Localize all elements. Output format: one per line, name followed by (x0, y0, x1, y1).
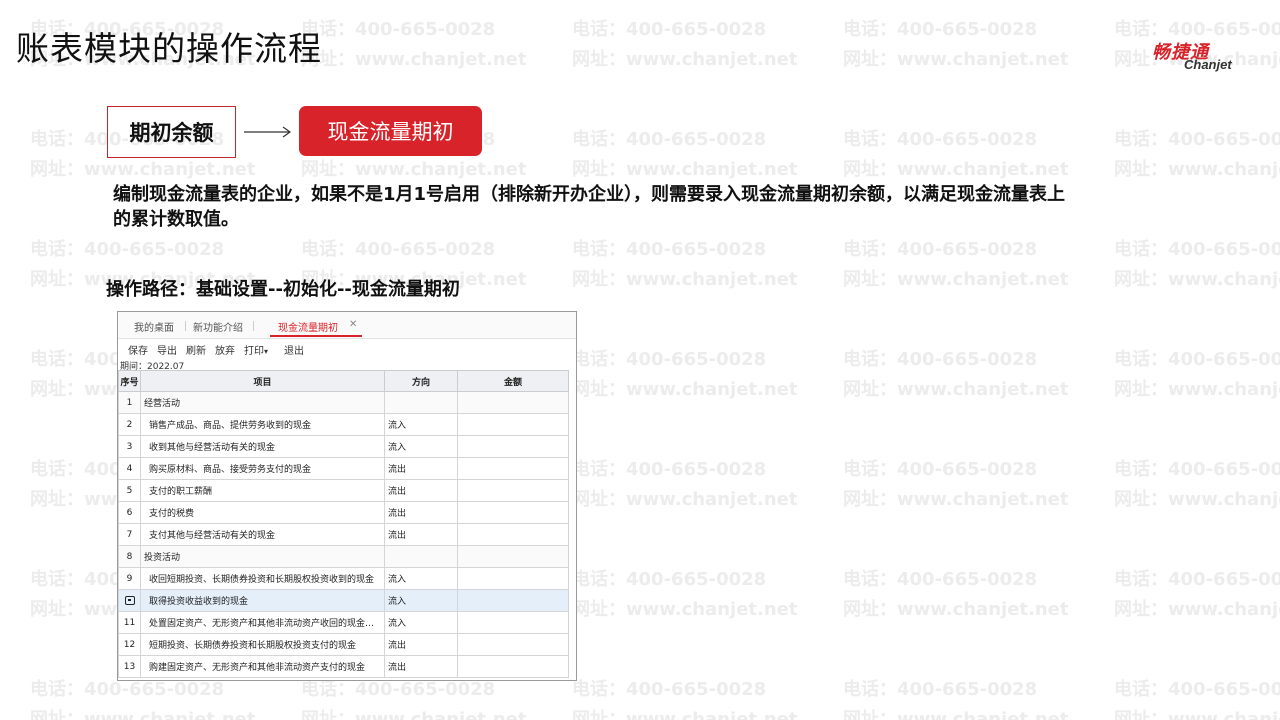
export-button[interactable]: 导出 (157, 342, 177, 357)
row-direction: 流入 (384, 435, 458, 458)
row-no: 2 (118, 413, 141, 436)
tab-my-desktop[interactable]: 我的桌面 (134, 319, 174, 334)
table-row[interactable]: 8 投资活动 (118, 545, 569, 568)
row-amount-cell[interactable] (457, 633, 569, 656)
row-no: 8 (118, 545, 141, 568)
table-row[interactable]: 13 购建固定资产、无形资产和其他非流动资产支付的现金 流出 (118, 655, 569, 678)
column-header-no: 序号 (118, 370, 141, 392)
row-amount-cell[interactable] (457, 435, 569, 458)
row-no: 12 (118, 633, 141, 656)
exit-button[interactable]: 退出 (284, 342, 304, 357)
tab-separator (185, 321, 186, 331)
row-no (118, 589, 141, 612)
operation-path: 操作路径：基础设置--初始化--现金流量期初 (106, 279, 460, 300)
row-amount-cell[interactable] (457, 545, 569, 568)
row-direction: 流出 (384, 457, 458, 480)
slide: 账表模块的操作流程 畅捷通 Chanjet 期初余额 现金流量期初 编制现金流量… (0, 0, 1280, 720)
table-row[interactable]: 6 支付的税费 流出 (118, 501, 569, 524)
row-no: 3 (118, 435, 141, 458)
print-button[interactable]: 打印▾ (244, 342, 268, 357)
row-no: 9 (118, 567, 141, 590)
column-header-amount: 金额 (457, 370, 569, 392)
row-amount-cell[interactable] (457, 523, 569, 546)
table-row-selected[interactable]: 取得投资收益收到的现金 流入 (118, 589, 569, 612)
row-direction (384, 545, 458, 568)
row-item: 购买原材料、商品、接受劳务支付的现金 (140, 457, 385, 480)
table-row[interactable]: 5 支付的职工薪酬 流出 (118, 479, 569, 502)
chanjet-logo: 畅捷通 Chanjet (1152, 38, 1252, 72)
row-direction: 流入 (384, 589, 458, 612)
row-direction: 流出 (384, 633, 458, 656)
table-row[interactable]: 4 购买原材料、商品、接受劳务支付的现金 流出 (118, 457, 569, 480)
row-amount-cell[interactable] (457, 567, 569, 590)
tab-separator (253, 321, 254, 331)
row-item: 销售产成品、商品、提供劳务收到的现金 (140, 413, 385, 436)
row-no: 13 (118, 655, 141, 678)
flow-step-cashflow-opening: 现金流量期初 (299, 106, 482, 156)
cashflow-table: 序号 项目 方向 金额 1 经营活动 2 销售产成品、商品、提供劳务收到的现金 … (118, 370, 569, 678)
table-row[interactable]: 2 销售产成品、商品、提供劳务收到的现金 流入 (118, 413, 569, 436)
table-row[interactable]: 11 处置固定资产、无形资产和其他非流动资产收回的现金净额 流入 (118, 611, 569, 634)
row-amount-cell[interactable] (457, 479, 569, 502)
logo-en-text: Chanjet (1184, 57, 1232, 72)
table-row[interactable]: 3 收到其他与经营活动有关的现金 流入 (118, 435, 569, 458)
row-direction: 流入 (384, 413, 458, 436)
row-direction (384, 391, 458, 414)
row-item: 取得投资收益收到的现金 (140, 589, 385, 612)
row-item: 短期投资、长期债券投资和长期股权投资支付的现金 (140, 633, 385, 656)
toolbar: 保存 导出 刷新 放弃 打印▾ 退出 (118, 338, 576, 358)
tab-cashflow-opening[interactable]: 现金流量期初 (278, 319, 338, 334)
active-tab-indicator (270, 335, 362, 337)
row-no: 1 (118, 391, 141, 414)
row-item: 支付的职工薪酬 (140, 479, 385, 502)
row-item: 购建固定资产、无形资产和其他非流动资产支付的现金 (140, 655, 385, 678)
slide-title: 账表模块的操作流程 (16, 29, 322, 68)
description-text: 编制现金流量表的企业，如果不是1月1号启用（排除新开办企业），则需要录入现金流量… (113, 184, 1066, 230)
row-direction: 流出 (384, 501, 458, 524)
row-item: 收回短期投资、长期债券投资和长期股权投资收到的现金 (140, 567, 385, 590)
row-amount-cell[interactable] (457, 457, 569, 480)
row-no: 4 (118, 457, 141, 480)
row-amount-cell[interactable] (457, 391, 569, 414)
tab-new-features[interactable]: 新功能介绍 (193, 319, 243, 334)
table-row[interactable]: 7 支付其他与经营活动有关的现金 流出 (118, 523, 569, 546)
save-button[interactable]: 保存 (128, 342, 148, 357)
row-item: 投资活动 (140, 545, 385, 568)
table-header-row: 序号 项目 方向 金额 (118, 370, 569, 392)
flow-step-opening-balance: 期初余额 (107, 106, 236, 158)
row-amount-cell[interactable] (457, 611, 569, 634)
row-amount-cell[interactable] (457, 501, 569, 524)
table-row[interactable]: 1 经营活动 (118, 391, 569, 414)
row-direction: 流出 (384, 523, 458, 546)
flow-arrow-icon (244, 126, 292, 138)
row-amount-cell[interactable] (457, 655, 569, 678)
refresh-button[interactable]: 刷新 (186, 342, 206, 357)
row-no: 7 (118, 523, 141, 546)
row-direction: 流入 (384, 567, 458, 590)
row-item: 支付其他与经营活动有关的现金 (140, 523, 385, 546)
row-direction: 流入 (384, 611, 458, 634)
discard-button[interactable]: 放弃 (215, 342, 235, 357)
row-no: 5 (118, 479, 141, 502)
app-window: 我的桌面 新功能介绍 现金流量期初 ✕ 保存 导出 刷新 放弃 打印▾ 退出 期… (117, 311, 577, 681)
tab-bar: 我的桌面 新功能介绍 现金流量期初 ✕ (118, 312, 576, 339)
table-row[interactable]: 9 收回短期投资、长期债券投资和长期股权投资收到的现金 流入 (118, 567, 569, 590)
table-row[interactable]: 12 短期投资、长期债券投资和长期股权投资支付的现金 流出 (118, 633, 569, 656)
column-header-item: 项目 (140, 370, 385, 392)
row-amount-cell[interactable] (457, 589, 569, 612)
row-amount-cell[interactable] (457, 413, 569, 436)
row-direction: 流出 (384, 479, 458, 502)
row-no: 6 (118, 501, 141, 524)
print-label: 打印 (244, 346, 264, 357)
row-item: 支付的税费 (140, 501, 385, 524)
row-selected-icon (124, 595, 135, 605)
tab-close-icon[interactable]: ✕ (349, 319, 357, 330)
column-header-direction: 方向 (384, 370, 458, 392)
row-item: 收到其他与经营活动有关的现金 (140, 435, 385, 458)
chevron-down-icon: ▾ (264, 347, 269, 356)
row-no: 11 (118, 611, 141, 634)
row-item: 处置固定资产、无形资产和其他非流动资产收回的现金净额 (140, 611, 385, 634)
row-item: 经营活动 (140, 391, 385, 414)
row-direction: 流出 (384, 655, 458, 678)
